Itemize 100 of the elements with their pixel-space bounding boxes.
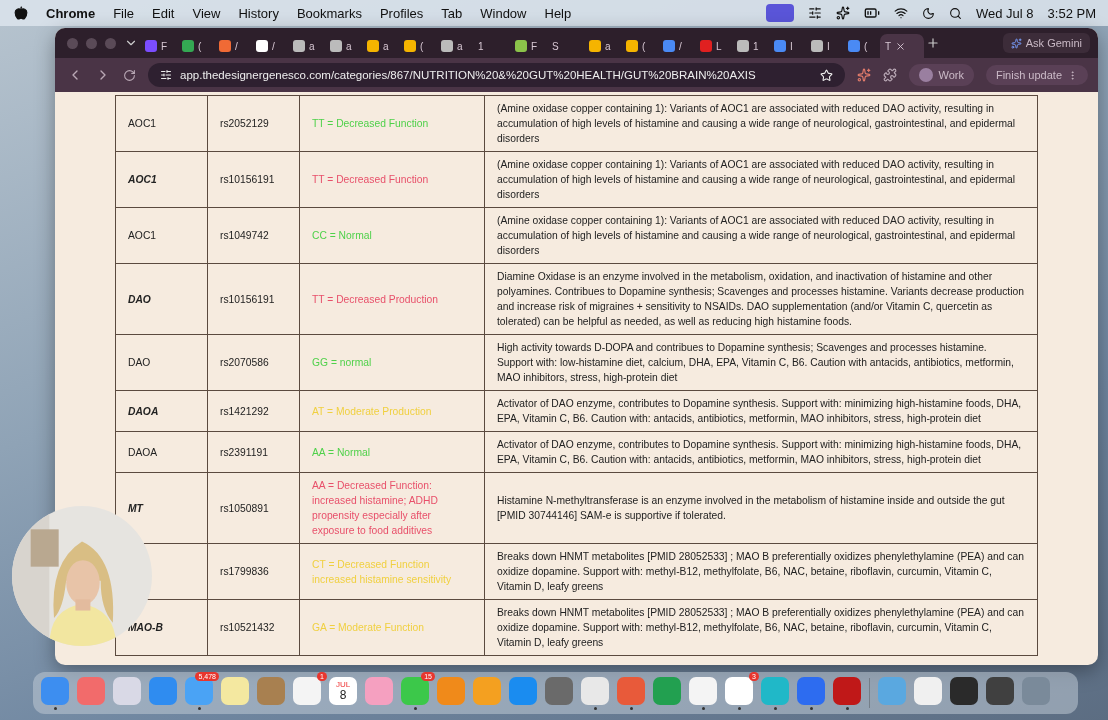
gene-name: AOC1 (128, 118, 157, 129)
menu-item[interactable]: Chrome (46, 5, 96, 21)
tab[interactable]: I (769, 34, 804, 58)
address-text: app.thedesignergenesco.com/categories/867/NUTRITION%20&%20GUT%20HEALTH/GUT%20BRAIN%20AXIS (180, 69, 757, 81)
window-control-icon[interactable] (105, 37, 116, 49)
description-text: (Amine oxidase copper containing 1): Variants of AOC1 are associated with reduced DAO activity, resulting in accumulation of high levels of histamine and causing a wide range of neurological, gastrointestinal, and epidermal disorders (497, 159, 1016, 200)
sparkle-icon (1010, 37, 1022, 49)
genotype-result: TT = Decreased Function (312, 118, 429, 129)
app-icon[interactable]: JUL 8 (329, 676, 357, 705)
app-icon[interactable] (950, 676, 978, 705)
app-icon[interactable] (725, 676, 753, 705)
app-icon[interactable] (914, 676, 942, 705)
sparkle-icon[interactable] (836, 6, 850, 20)
app-icon[interactable] (689, 676, 717, 705)
tab[interactable]: / (251, 34, 286, 58)
menu-item[interactable]: Edit (152, 5, 175, 21)
menu-item[interactable]: Profiles (379, 5, 424, 21)
tab-title: / (679, 40, 682, 52)
extensions-icon[interactable] (883, 68, 898, 82)
genotype-result: GA = Moderate Function (312, 622, 424, 633)
tab[interactable]: a (362, 34, 397, 58)
tab[interactable]: ( (399, 34, 434, 58)
menu-item[interactable]: Tab (441, 5, 463, 21)
tab-title: F (161, 40, 168, 52)
calendar-day: 8 (339, 688, 347, 702)
description-text: (Amine oxidase copper containing 1): Variants of AOC1 are associated with reduced DAO activity, resulting in accumulation of high levels of histamine and causing a wide range of neurological, gastrointestinal, and epidermal disorders (497, 215, 1016, 256)
tab-title: S (552, 40, 559, 52)
menu-item[interactable]: File (113, 5, 135, 21)
genotype-result: TT = Decreased Function (312, 174, 429, 185)
gene-name: DAOA (128, 446, 158, 458)
tab-title: ( (864, 40, 868, 52)
update-button[interactable]: Finish update (985, 65, 1088, 85)
tab-title: a (457, 40, 463, 52)
tab[interactable]: ( (843, 34, 878, 58)
tab[interactable]: / (214, 34, 249, 58)
tab[interactable]: a (436, 34, 471, 58)
reload-icon[interactable] (123, 68, 136, 82)
gene-name: AOC1 (128, 174, 157, 185)
genotype-result: TT = Decreased Production (312, 293, 438, 305)
tab[interactable]: 1 (732, 34, 767, 58)
snp-id: rs1050891 (220, 502, 269, 514)
tab[interactable]: T (880, 34, 924, 58)
avatar-icon (919, 68, 934, 82)
tab[interactable]: L (695, 34, 730, 58)
bookmark-star-icon[interactable] (820, 68, 834, 82)
tab[interactable]: F (140, 34, 175, 58)
tab[interactable]: F (510, 34, 545, 58)
description-text: High activity towards D-DOPA and contribues to Dopamine synthesis; Scavenges and processes histamine. Support with: low-histamine diet, calcium, DHA, EPA, Vitamin C, B6. Caution with antacids, antibiotics, metformin, MAO inhibitors, stress, high-protein diet (497, 342, 1014, 383)
tab[interactable]: I (806, 34, 841, 58)
tab[interactable]: 1 (473, 34, 508, 58)
wifi-icon[interactable] (894, 6, 908, 20)
menu-item[interactable]: Window (480, 5, 527, 21)
tab[interactable]: ( (621, 34, 656, 58)
tab-title: T (885, 40, 892, 52)
app-icon[interactable] (986, 676, 1014, 705)
tab[interactable]: a (288, 34, 323, 58)
close-icon[interactable] (895, 40, 907, 52)
tab-title: a (383, 40, 389, 52)
gene-name: AOC1 (128, 230, 157, 241)
moon-icon[interactable] (922, 6, 935, 20)
gene-name: DAOA (128, 405, 159, 417)
tab-title: ( (420, 40, 424, 52)
description-text: Diamine Oxidase is an enzyme involved in the metabolism, oxidation, and inactivation of histamine and other polyamines. Contribues to Dopamine synthesis; Scavenges and processes histamine. Variants decrease production and increase risk of migraines + sensitivity to NSAIDs. DAO supplementation (and/or Vitamin C, quercetin as tolerated) can be helpful as needed, as well as reducing high histamine foods. (497, 271, 1024, 327)
genotype-result: AA = Decreased Function: increased histamine; ADHD propensity especially after exposure to food additives (312, 480, 438, 536)
menu-item[interactable]: History (238, 5, 279, 21)
snp-id: rs1421292 (220, 405, 269, 417)
tab[interactable]: a (584, 34, 619, 58)
app-icon[interactable] (833, 676, 861, 705)
sliders-icon[interactable] (808, 6, 822, 20)
tab[interactable]: S (547, 34, 582, 58)
site-settings-icon[interactable] (160, 69, 172, 81)
search-icon[interactable] (949, 6, 962, 20)
menu-time[interactable]: 3:52 PM (1047, 5, 1096, 21)
menu-item[interactable]: Help (544, 5, 572, 21)
new-tab-icon[interactable] (926, 36, 940, 50)
apple-icon[interactable] (14, 6, 28, 20)
description-text: Breaks down HNMT metabolites [PMID 28052533] ; MAO B preferentially oxidizes phenylethylamine (PEA) and can oxidize dopamine. Support with: methyl-B12, methylfolate, B6, NAC, betaine, riboflavin, curcumin, Vitamin C, Vitamin D, leafy greens (497, 551, 1024, 592)
tab[interactable]: / (658, 34, 693, 58)
profile-button[interactable]: Work (909, 64, 974, 86)
snp-id: rs10156191 (220, 293, 275, 305)
description-text: Activator of DAO enzyme, contributes to Dopamine synthesis. Support with: minimizing high-histamine foods, DHA, EPA, Vitamin C, B6. Caution with: antacids, antibiotics, metformin, MAO inhibitors, stress, high-protein diet (497, 398, 1022, 424)
snp-id: rs2391191 (220, 446, 268, 458)
tab[interactable]: ( (177, 34, 212, 58)
address-field[interactable]: app.thedesignergenesco.com/categories/867/NUTRITION%20&%20GUT%20HEALTH/GUT%20BRAIN%20AXIS (148, 63, 846, 87)
gemini-button[interactable]: Ask Gemini (1002, 33, 1090, 53)
snp-id: rs2052129 (220, 118, 269, 129)
tab[interactable]: a (325, 34, 360, 58)
genotype-result: CT = Decreased Function increased histamine sensitivity (312, 558, 452, 585)
battery-icon[interactable] (864, 5, 880, 21)
snp-id: rs2070586 (220, 357, 269, 368)
tab-title: a (309, 40, 315, 52)
window-control-icon[interactable] (86, 37, 97, 49)
app-icon[interactable] (293, 676, 321, 705)
window-control-icon[interactable] (67, 37, 78, 49)
menu-item[interactable]: View (192, 5, 221, 21)
genotype-result: GG = normal (312, 357, 372, 368)
menu-date[interactable]: Wed Jul 8 (976, 5, 1034, 21)
menu-item[interactable]: Bookmarks (296, 5, 362, 21)
snp-id: rs1049742 (220, 230, 269, 241)
extension-icon[interactable] (857, 68, 872, 82)
